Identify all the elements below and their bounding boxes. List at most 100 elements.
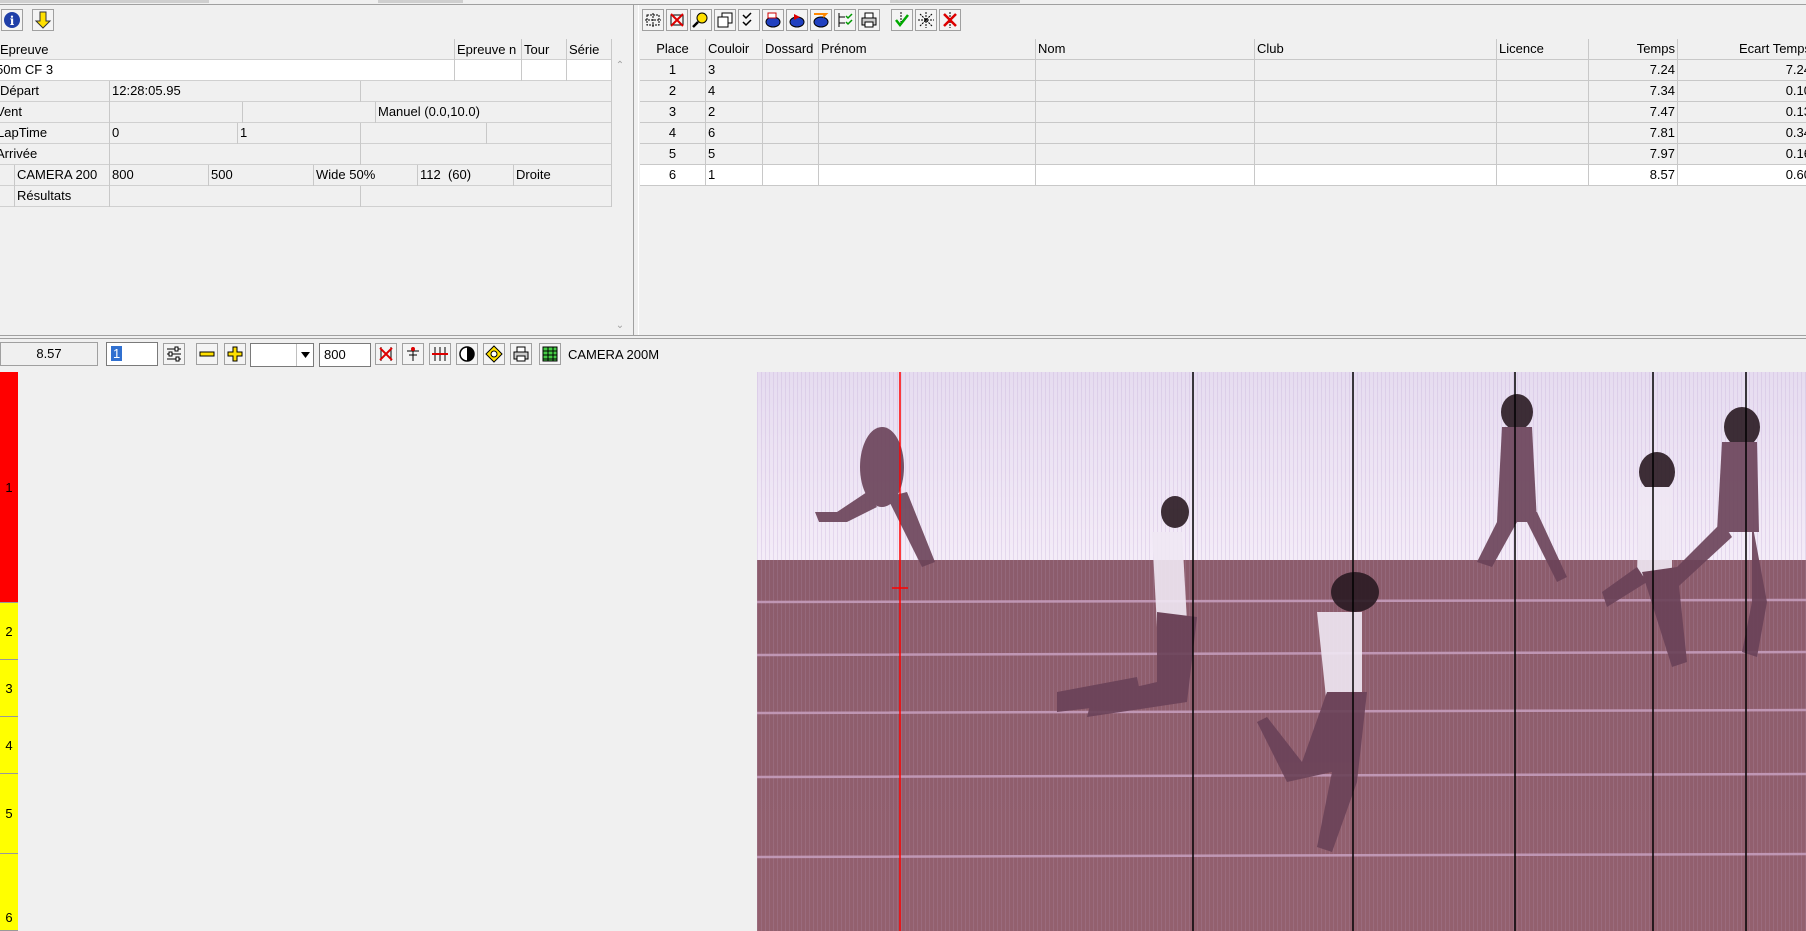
camera-value-5[interactable]: Droite — [514, 165, 612, 186]
cell-temps[interactable]: 7.97 — [1589, 144, 1678, 165]
cell-licence[interactable] — [1497, 123, 1589, 144]
col-club[interactable]: Club — [1255, 39, 1497, 60]
cell-place[interactable]: 2 — [640, 81, 706, 102]
cell-ecart[interactable]: 0.60 — [1678, 165, 1806, 186]
validate-icon[interactable] — [891, 9, 913, 31]
cell-licence[interactable] — [1497, 60, 1589, 81]
arrow-down-icon[interactable] — [32, 9, 54, 31]
cell-club[interactable] — [1255, 123, 1497, 144]
lane-3[interactable]: 3 — [0, 660, 18, 717]
cell-nom[interactable] — [1036, 60, 1255, 81]
cell-temps[interactable]: 7.24 — [1589, 60, 1678, 81]
table-row[interactable]: 55 7.970.16 — [640, 144, 1806, 165]
print-icon[interactable] — [858, 9, 880, 31]
table-row[interactable]: 32 7.470.13 — [640, 102, 1806, 123]
camera-value-3[interactable]: Wide 50% — [314, 165, 418, 186]
cell-couloir[interactable]: 2 — [706, 102, 763, 123]
zoom-select[interactable] — [250, 343, 314, 367]
lane-6[interactable]: 6 — [0, 854, 18, 931]
cell-prenom[interactable] — [819, 123, 1036, 144]
scroll-up-icon[interactable]: ⌃ — [614, 60, 626, 72]
cell-dossard[interactable] — [763, 60, 819, 81]
cell-temps[interactable]: 7.81 — [1589, 123, 1678, 144]
tree-check-icon[interactable] — [834, 9, 856, 31]
cell-place[interactable]: 5 — [640, 144, 706, 165]
cell-club[interactable] — [1255, 60, 1497, 81]
cell-temps[interactable]: 7.47 — [1589, 102, 1678, 123]
vent-value-2[interactable] — [243, 102, 376, 123]
cell-dossard[interactable] — [763, 102, 819, 123]
lane-4[interactable]: 4 — [0, 717, 18, 774]
camera-value-4[interactable]: 112 (60) — [418, 165, 514, 186]
zoom-in-icon[interactable] — [224, 343, 246, 365]
depart-value[interactable]: 12:28:05.95 — [110, 81, 361, 102]
cell-dossard[interactable] — [763, 81, 819, 102]
table-row[interactable]: 13 7.247.24 — [640, 60, 1806, 81]
cell-nom[interactable] — [1036, 123, 1255, 144]
vent-mode[interactable]: Manuel (0.0,10.0) — [376, 102, 612, 123]
resultats-value[interactable] — [110, 186, 361, 207]
export-blue-icon[interactable] — [786, 9, 808, 31]
print-image-icon[interactable] — [510, 343, 532, 365]
zoom-out-icon[interactable] — [196, 343, 218, 365]
event-name-row[interactable]: 50m CF 3 — [0, 60, 612, 81]
left-panel-scrollbar[interactable]: ⌃ ⌄ — [612, 60, 628, 332]
tab-active-mid[interactable] — [378, 0, 463, 3]
cell-dossard[interactable] — [763, 144, 819, 165]
split-lines-icon[interactable] — [429, 343, 451, 365]
laptime-value-4[interactable] — [487, 123, 612, 144]
cell-nom[interactable] — [1036, 81, 1255, 102]
cell-place[interactable]: 1 — [640, 60, 706, 81]
cell-temps[interactable]: 7.34 — [1589, 81, 1678, 102]
cell-couloir[interactable]: 1 — [706, 165, 763, 186]
event-name-value[interactable]: 50m CF 3 — [0, 60, 455, 81]
cell-prenom[interactable] — [819, 81, 1036, 102]
laptime-value-1[interactable]: 0 — [110, 123, 238, 144]
cell-ecart[interactable]: 7.24 — [1678, 60, 1806, 81]
cell-temps[interactable]: 8.57 — [1589, 165, 1678, 186]
settings-sliders-icon[interactable] — [163, 343, 185, 365]
scroll-down-icon[interactable]: ⌄ — [614, 320, 626, 332]
transfer-icon[interactable] — [810, 9, 832, 31]
lane-1[interactable]: 1 — [0, 372, 18, 603]
cell-club[interactable] — [1255, 102, 1497, 123]
laptime-value-2[interactable]: 1 — [238, 123, 361, 144]
col-prenom[interactable]: Prénom — [819, 39, 1036, 60]
table-row[interactable]: 24 7.340.10 — [640, 81, 1806, 102]
tab-active-right[interactable] — [890, 0, 1020, 3]
table-grid-icon[interactable] — [539, 343, 561, 365]
camera-value-1[interactable]: 800 — [110, 165, 209, 186]
col-ecart[interactable]: Ecart Temps — [1678, 39, 1806, 60]
cell-nom[interactable] — [1036, 165, 1255, 186]
width-input[interactable]: 800 — [319, 343, 371, 367]
clear-icon[interactable] — [375, 343, 397, 365]
col-nom[interactable]: Nom — [1036, 39, 1255, 60]
check-list-icon[interactable] — [738, 9, 760, 31]
cell-ecart[interactable]: 0.10 — [1678, 81, 1806, 102]
col-licence[interactable]: Licence — [1497, 39, 1589, 60]
cell-licence[interactable] — [1497, 81, 1589, 102]
cell-couloir[interactable]: 3 — [706, 60, 763, 81]
remove-line-icon[interactable] — [939, 9, 961, 31]
cell-ecart[interactable]: 0.16 — [1678, 144, 1806, 165]
vent-value-1[interactable] — [110, 102, 243, 123]
cell-prenom[interactable] — [819, 60, 1036, 81]
cell-club[interactable] — [1255, 165, 1497, 186]
col-temps[interactable]: Temps — [1589, 39, 1678, 60]
cell-club[interactable] — [1255, 81, 1497, 102]
frame-input[interactable]: 1 — [106, 342, 158, 366]
cell-nom[interactable] — [1036, 102, 1255, 123]
photo-finish-svg[interactable] — [757, 372, 1806, 931]
lane-2[interactable]: 2 — [0, 603, 18, 660]
copy-icon[interactable] — [714, 9, 736, 31]
grid-select-icon[interactable] — [642, 9, 664, 31]
serie-value[interactable] — [567, 60, 612, 81]
cell-licence[interactable] — [1497, 165, 1589, 186]
cell-ecart[interactable]: 0.13 — [1678, 102, 1806, 123]
cell-club[interactable] — [1255, 144, 1497, 165]
cell-prenom[interactable] — [819, 165, 1036, 186]
camera-name[interactable]: CAMERA 200 — [15, 165, 110, 186]
cell-nom[interactable] — [1036, 144, 1255, 165]
import-blue-icon[interactable] — [762, 9, 784, 31]
frame-input-value[interactable]: 1 — [111, 346, 123, 361]
